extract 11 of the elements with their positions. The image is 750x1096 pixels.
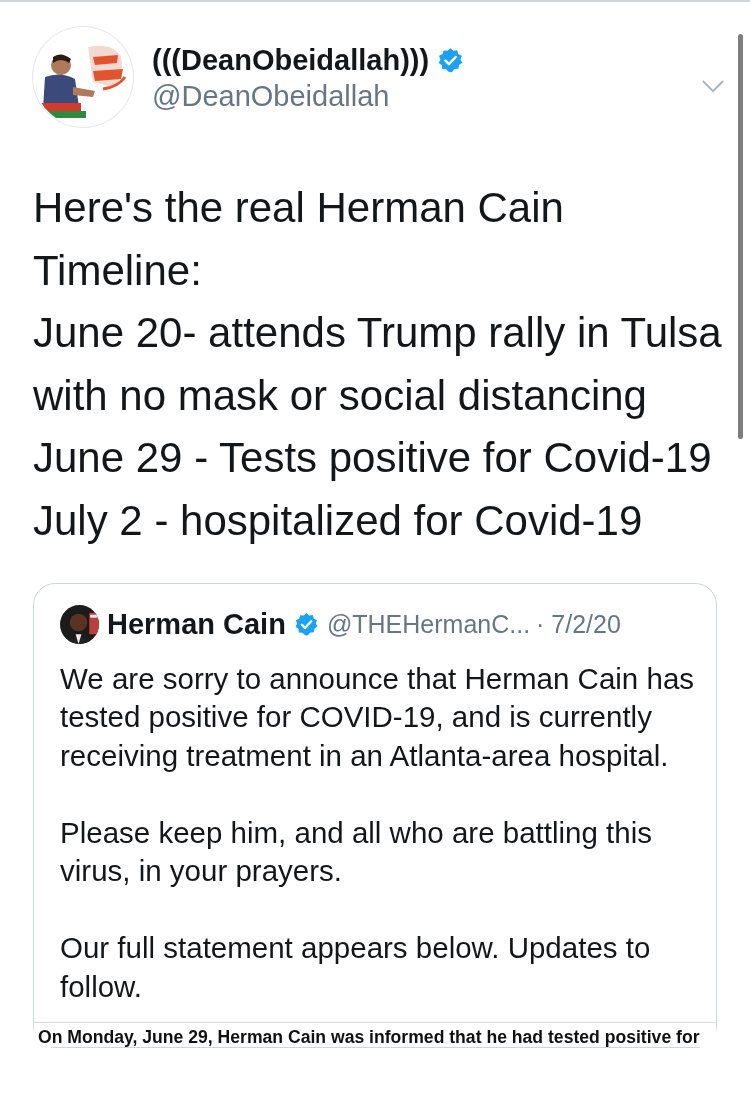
author-name[interactable]: Herman Cain: [107, 607, 286, 641]
quoted-tweet-text: Our full statement appears below. Updates to follow.: [60, 930, 652, 1005]
author-name[interactable]: (((DeanObeidallah))): [152, 43, 430, 77]
tweet-date: · 7/2/20: [536, 609, 621, 639]
quoted-tweet-text: Please keep him, and all who are battling this virus, in your prayers.: [60, 814, 653, 890]
tweet-text: Here's the real Herman Cain Timeline: June 20- attends Trump rally in Tulsa with no mask or social distancing June 29 - Tests positive for Covid-19 July 2 - hospitalized for Covid-19: [33, 183, 723, 546]
quoted-tweet-card[interactable]: [33, 582, 717, 1049]
author-handle[interactable]: @DeanObeidallah: [152, 79, 390, 113]
author-handle[interactable]: @THEHermanC...: [326, 609, 531, 639]
quoted-tweet-text: We are sorry to announce that Herman Cain has tested positive for COVID-19, and is currently receiving treatment in an Atlanta-area hospital.: [60, 660, 696, 774]
statement-text: On Monday, June 29, Herman Cain was informed that he had tested positive for: [38, 1027, 700, 1048]
